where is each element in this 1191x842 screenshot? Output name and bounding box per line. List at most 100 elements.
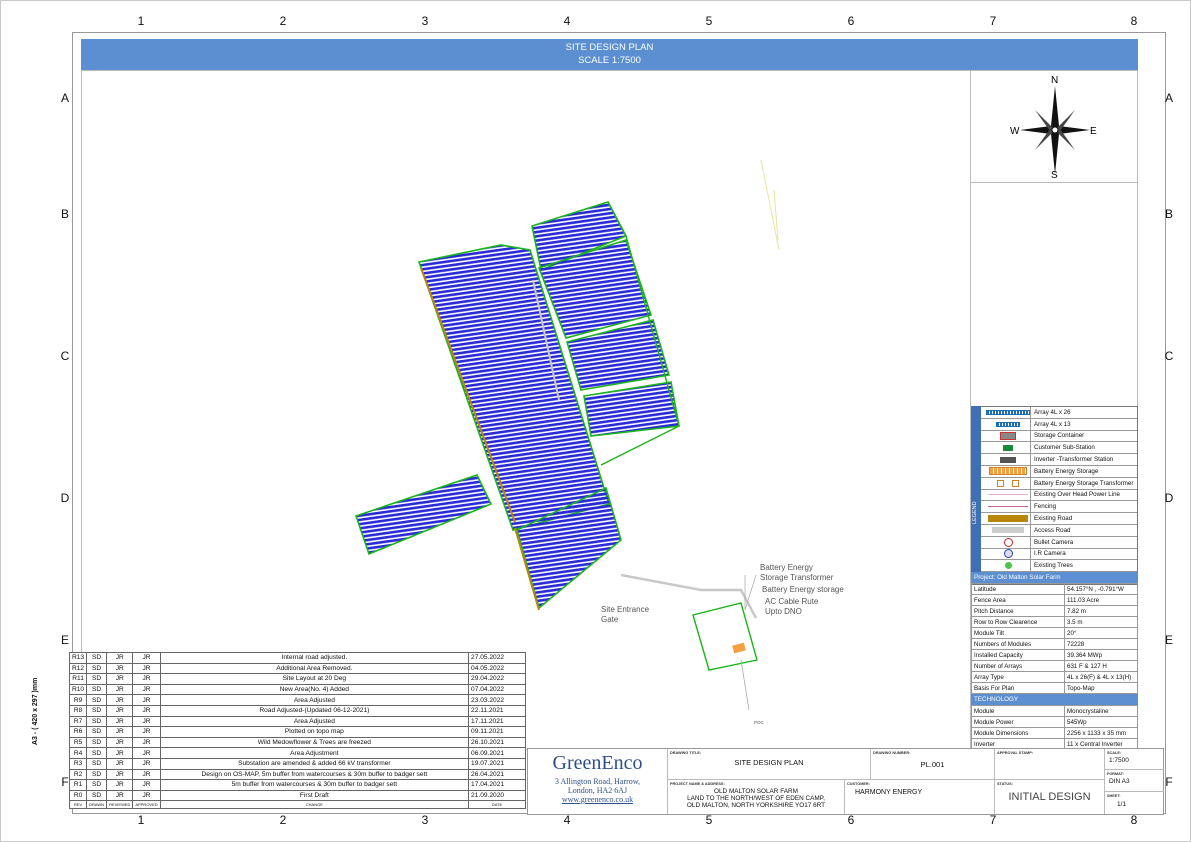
revision-change: Road Adjusted-(Updated 06-12-2021) (159, 704, 470, 717)
array-26-icon (986, 408, 1030, 416)
row-right-D: D (1164, 491, 1174, 505)
legend-item-label: Battery Energy Storage Transformer (1030, 477, 1137, 489)
revision-row: R8 SD JR JR Road Adjusted-(Updated 06-12-202… (68, 704, 526, 717)
plan-scale: SCALE 1:7500 (578, 55, 641, 66)
revision-change: Design on OS-MAP, 5m buffer from waterco… (159, 768, 470, 781)
revision-rev: R7 (68, 715, 88, 728)
revision-change: Area Adjustment (159, 747, 470, 759)
legend-item: Battery Energy Storage Transformer (972, 477, 1137, 490)
legend-item-label: Fencing (1030, 501, 1137, 513)
revision-drawn: SD (86, 736, 108, 749)
customer-label: CUSTOMER: (847, 782, 870, 786)
revision-approved: JR (132, 683, 161, 696)
revision-reviewed: JR (106, 683, 134, 696)
revision-row: R11 SD JR JR Site Layout at 20 Deg 29.04.2022 (68, 673, 526, 685)
project-value: 72228 (1064, 638, 1138, 650)
revision-rev: R1 (68, 779, 88, 791)
revision-date: 09.11.2021 (468, 726, 526, 738)
revision-header-date: DATE (468, 800, 526, 810)
revision-drawn: SD (86, 757, 108, 770)
project-value: 631 F & 127 H (1064, 660, 1138, 672)
col-bottom-7: 7 (989, 813, 997, 827)
label-site-entrance: Site Entrance Gate (601, 605, 650, 624)
format-label: FORMAT: (1107, 772, 1124, 776)
status-value: INITIAL DESIGN (1008, 791, 1091, 803)
revision-row: R2 SD JR JR Design on OS-MAP, 5m buffer from… (68, 768, 526, 781)
legend-item: Existing Over Head Power Line (972, 489, 1137, 502)
col-bottom-4: 4 (563, 813, 571, 827)
customer-cell: CUSTOMER: HARMONY ENERGY (845, 780, 995, 814)
revision-change: Wild Medowflower & Trees are freezed (159, 736, 470, 749)
project-line-2: LAND TO THE NORTH/WEST OF EDEN CAMP, (687, 795, 825, 802)
scale-label: SCALE: (1107, 751, 1122, 755)
project-value: 111.03 Acre (1064, 594, 1138, 606)
row-left-C: C (60, 349, 70, 363)
plan-title-bar: SITE DESIGN PLAN SCALE 1:7500 (81, 39, 1138, 70)
revision-approved: JR (132, 779, 161, 791)
sheet-cell: SHEET: 1/1 (1105, 792, 1164, 814)
scale-value: 1:7500 (1109, 757, 1129, 764)
project-value: 7.82 m (1064, 605, 1138, 617)
col-top-6: 6 (847, 14, 855, 28)
revision-change: Internal road adjusted. (159, 652, 470, 664)
col-top-2: 2 (279, 14, 287, 28)
revision-rev: R9 (68, 694, 88, 706)
revision-date: 19.07.2021 (468, 757, 526, 770)
revision-date: 26.10.2021 (468, 736, 526, 749)
company-logo: GreenEnco (552, 752, 643, 774)
site-layout-drawing: Battery Energy Storage Transformer Batter… (354, 159, 844, 725)
revision-drawn: SD (86, 779, 108, 791)
revision-reviewed: JR (106, 736, 134, 749)
row-left-B: B (60, 207, 69, 221)
drawing-number: PL.001 (920, 760, 945, 769)
revision-row: R3 SD JR JR Substation are amended & added 6… (68, 757, 526, 770)
project-address-cell: PROJECT NAME & ADDRESS: OLD MALTON SOLAR… (668, 780, 845, 814)
customer-name: HARMONY ENERGY (855, 789, 923, 796)
label-battery-transformer: Battery Energy Storage Transformer (760, 563, 834, 582)
revision-row: R4 SD JR JR Area Adjustment 06.09.2021 (68, 747, 526, 759)
array-13-icon (986, 420, 1030, 428)
project-key: Latitude (971, 583, 1065, 595)
battery-transformer-icon (986, 479, 1030, 488)
legend-panel: Array 4L x 26 Array 4L x 13 Storage Contai… (971, 406, 1138, 585)
revision-rev: R10 (68, 683, 88, 696)
legend-item: Existing Trees (972, 560, 1137, 573)
compass-e: E (1090, 126, 1097, 137)
technology-row: Module Dimensions 2256 x 1133 x 35 mm (971, 727, 1138, 739)
project-key: Pitch Distance (971, 605, 1065, 617)
substation-icon (986, 444, 1030, 452)
drawing-number-label: DRAWING NUMBER: (873, 751, 911, 755)
revision-date: 27.05.2022 (468, 652, 526, 664)
project-key: Number of Arrays (971, 660, 1065, 672)
project-key: Basis For Plan (971, 682, 1065, 694)
legend-item: I.R Camera (972, 548, 1137, 561)
revision-drawn: SD (86, 747, 108, 759)
drawing-title: SITE DESIGN PLAN (734, 758, 804, 767)
technology-table: Module Monocrystaline Module Power 545Wp Mod… (971, 705, 1138, 750)
legend-item: Array 4L x 26 (972, 407, 1137, 419)
status-cell: STATUS: INITIAL DESIGN (995, 780, 1105, 814)
approval-label: APPROVAL STAMP: (997, 751, 1034, 755)
col-top-7: 7 (989, 14, 997, 28)
revision-drawn: SD (86, 789, 108, 802)
revision-date: 23.03.2022 (468, 694, 526, 706)
label-ac-cable: AC Cable Rute Upto DNO (765, 597, 819, 616)
tree-icon (986, 562, 1030, 570)
company-address-1: 3 Allington Road, Harrow, (554, 777, 641, 786)
project-key: Installed Capacity (971, 649, 1065, 661)
revision-date: 17.11.2021 (468, 715, 526, 728)
revision-row: R13 SD JR JR Internal road adjusted. 27.05.20… (68, 652, 526, 664)
col-bottom-3: 3 (421, 813, 429, 827)
revision-date: 17.04.2021 (468, 779, 526, 791)
company-website[interactable]: www.greenenco.co.uk (528, 795, 667, 804)
revision-approved: JR (132, 715, 161, 728)
revision-rev: R0 (68, 789, 88, 802)
row-right-E: E (1164, 633, 1173, 647)
revision-rev: R5 (68, 736, 88, 749)
legend-item-label: I.R Camera (1030, 548, 1137, 560)
legend-item-label: Bullet Camera (1030, 536, 1137, 548)
revision-approved: JR (132, 736, 161, 749)
technology-heading: TECHNOLOGY (971, 694, 1138, 705)
battery-storage-icon (986, 467, 1030, 476)
revision-row: R1 SD JR JR 5m buffer from watercourses & 30… (68, 779, 526, 791)
